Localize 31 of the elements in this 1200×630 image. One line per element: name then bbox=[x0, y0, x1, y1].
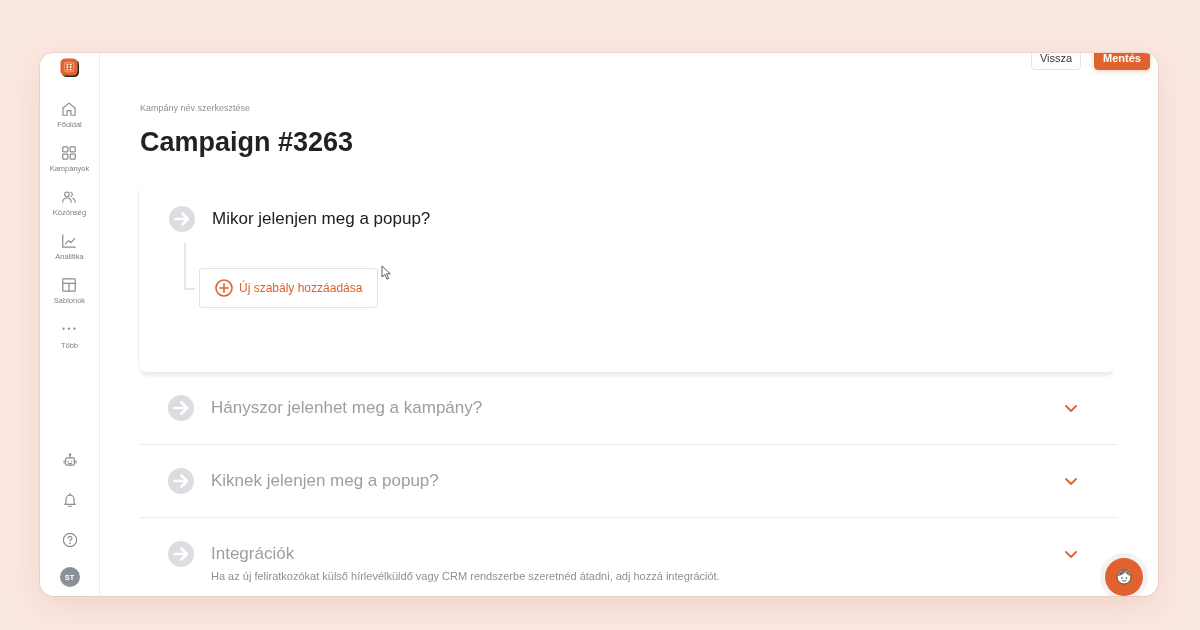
line-chart-icon bbox=[62, 234, 77, 248]
smiley-icon bbox=[1115, 568, 1133, 586]
cursor-icon bbox=[381, 265, 392, 280]
section-title[interactable]: Hányszor jelenhet meg a kampány? bbox=[211, 397, 483, 419]
back-button[interactable]: Vissza bbox=[1030, 53, 1082, 70]
people-icon bbox=[62, 190, 77, 204]
section-description: Ha az új feliratkozókat külső hírlevélküldő vagy CRM rendszerbe szeretnéd átadni, adj hozzá integrációt. bbox=[211, 569, 721, 583]
section-title: Mikor jelenjen meg a popup? bbox=[212, 208, 431, 230]
grid-icon bbox=[62, 146, 77, 160]
logo-icon[interactable] bbox=[59, 58, 80, 78]
arrow-circle-icon bbox=[169, 206, 195, 232]
chevron-down-icon[interactable] bbox=[1065, 477, 1077, 485]
page-title: Campaign #3263 bbox=[140, 126, 355, 158]
breadcrumb-text: Kampány név szerkesztése bbox=[140, 102, 252, 114]
chevron-down-icon[interactable] bbox=[1065, 404, 1077, 412]
layout-icon bbox=[62, 278, 77, 292]
home-icon bbox=[62, 102, 77, 116]
arrow-circle-icon bbox=[168, 468, 194, 494]
chevron-down-icon[interactable] bbox=[1065, 550, 1077, 558]
add-rule-button[interactable]: Új szabály hozzáadása bbox=[199, 268, 379, 308]
section-title[interactable]: Integrációk bbox=[211, 543, 295, 565]
plus-circle-icon bbox=[215, 279, 233, 297]
arrow-circle-icon bbox=[168, 541, 194, 567]
section-title[interactable]: Kiknek jelenjen meg a popup? bbox=[211, 470, 439, 492]
question-icon[interactable] bbox=[62, 533, 77, 547]
bell-icon[interactable] bbox=[62, 493, 77, 507]
save-button[interactable]: Mentés bbox=[1094, 53, 1150, 70]
connector-line bbox=[184, 243, 195, 290]
dots-icon bbox=[62, 327, 77, 331]
robot-icon[interactable] bbox=[62, 453, 77, 467]
arrow-circle-icon bbox=[168, 395, 194, 421]
